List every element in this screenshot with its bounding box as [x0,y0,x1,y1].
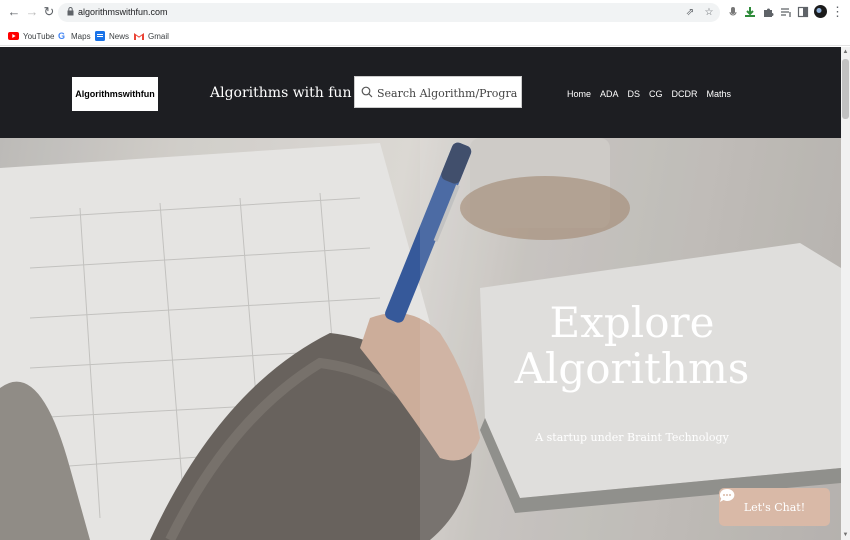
address-bar[interactable]: algorithmswithfun.com ⇗ ☆ [58,3,720,22]
search-box [354,76,522,108]
bookmark-news[interactable]: News [94,29,129,43]
search-input[interactable] [377,83,517,103]
site-logo[interactable]: Algorithmswithfun [72,77,158,111]
site-title: Algorithms with fun [210,85,352,101]
microphone-extension-icon[interactable] [727,6,739,18]
hero-heading-line2: Algorithms [514,344,750,393]
hero-heading-line1: Explore [549,298,715,347]
chat-label: Let's Chat! [743,500,806,514]
forward-arrow-icon[interactable]: → [24,4,40,20]
main-nav: Home ADA DS CG DCDR Maths [567,89,731,99]
lock-icon [67,7,74,16]
bookmark-label: Maps [71,31,91,41]
profile-avatar-icon[interactable] [814,5,827,18]
logo-text: Algorithmswithfun [75,89,155,99]
bookmark-label: YouTube [23,31,55,41]
bookmark-label: Gmail [148,31,169,41]
gmail-icon [133,31,144,42]
nav-cg[interactable]: CG [649,89,663,99]
url-text: algorithmswithfun.com [78,7,168,17]
site-header: Algorithmswithfun Algorithms with fun Ho… [0,47,841,138]
chat-bubble-icon [719,488,735,502]
nav-maths[interactable]: Maths [707,89,732,99]
nav-ds[interactable]: DS [628,89,641,99]
page-scrollbar[interactable]: ▲ ▼ [841,47,850,540]
lets-chat-button[interactable]: Let's Chat! [719,488,830,526]
bookmark-youtube[interactable]: YouTube [8,29,54,43]
bookmark-maps[interactable]: G Maps [56,29,91,43]
reload-icon[interactable]: ↻ [41,4,57,20]
download-extension-icon[interactable] [744,6,756,18]
google-icon: G [57,31,65,41]
bookmark-star-icon[interactable]: ☆ [703,7,715,19]
youtube-icon [8,31,19,42]
bookmark-label: News [109,31,130,41]
search-icon [361,86,373,98]
extensions-puzzle-icon[interactable] [762,6,774,18]
hero-section: Explore Algorithms A startup under Brain… [0,138,841,540]
side-panel-icon[interactable] [797,6,809,18]
bookmarks-bar: YouTube G Maps News Gmail [0,25,850,46]
scroll-down-arrow-icon[interactable]: ▼ [842,531,849,539]
news-icon [94,31,105,42]
scroll-thumb[interactable] [842,59,849,119]
browser-toolbar: ← → ↻ algorithmswithfun.com ⇗ ☆ ⋮ [0,0,850,25]
nav-dcdr[interactable]: DCDR [672,89,698,99]
more-menu-icon[interactable]: ⋮ [831,4,844,20]
nav-home[interactable]: Home [567,89,591,99]
nav-ada[interactable]: ADA [600,89,619,99]
back-arrow-icon[interactable]: ← [6,4,22,20]
reading-list-icon[interactable] [780,6,792,18]
bookmark-gmail[interactable]: Gmail [133,29,169,43]
hero-subtitle: A startup under Braint Technology [535,431,729,444]
scroll-up-arrow-icon[interactable]: ▲ [842,48,849,56]
share-icon[interactable]: ⇗ [684,7,696,19]
hero-heading: Explore Algorithms [490,300,774,392]
